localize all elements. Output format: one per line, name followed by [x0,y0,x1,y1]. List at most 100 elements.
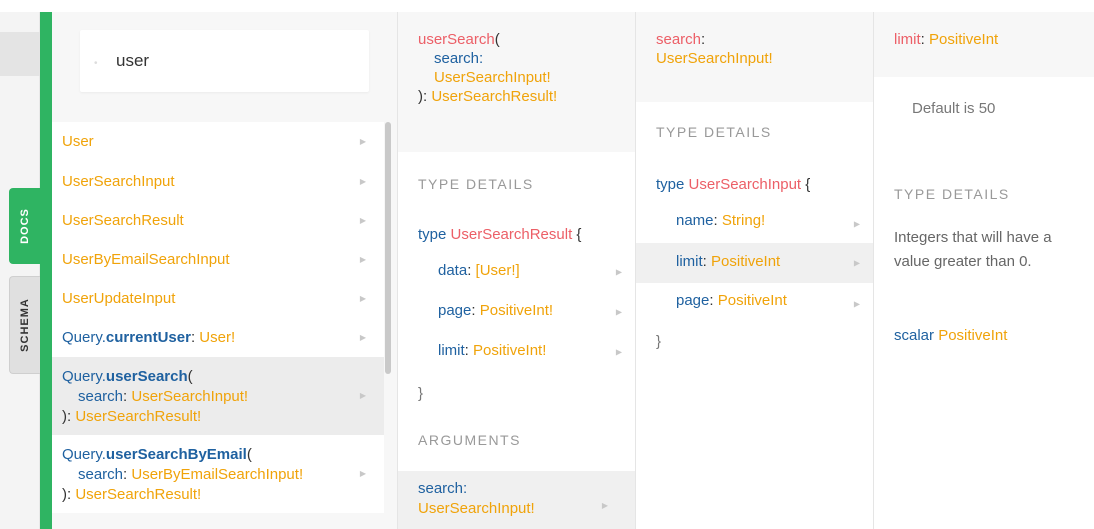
chevron-right-icon: ▶ [601,501,608,510]
field-title-type: UserSearchResult! [431,88,558,105]
chevron-right-icon: ▶ [359,391,366,400]
field-title-name: userSearch [418,31,495,48]
argument-title-name: search [656,31,702,48]
chevron-right-icon: ▶ [853,219,860,229]
result-field-name: userSearch [105,368,188,385]
chevron-right-icon: ▶ [853,299,860,309]
field-title-close-paren: ): [418,88,432,105]
results-scrollbar[interactable] [385,122,391,374]
result-field-type: User! [199,328,236,346]
arguments-heading: ARGUMENTS [418,432,521,448]
field-colon: : [467,262,476,279]
field-title-open-paren: ( [494,31,500,48]
field-title-arg-name: search: [434,50,484,67]
field-type: String! [721,212,766,229]
result-type-name: UserByEmailSearchInput [62,250,230,268]
field-colon: : [464,342,474,359]
field-colon: : [702,253,712,270]
type-name[interactable]: UserSearchResult [451,226,573,243]
field-name: page [438,302,472,319]
field-colon: : [471,302,480,319]
field-name: limit [438,342,465,359]
type-field-limit[interactable]: limit: PositiveInt! ▶ [418,342,635,362]
close-brace: } [656,333,662,350]
field-name: data [438,262,468,279]
input-field-limit[interactable]: limit: PositiveInt ▶ [636,243,873,283]
left-gutter [0,12,40,529]
result-item-query-usersearchbyemail[interactable]: Query.userSearchByEmail( search: UserByE… [52,435,384,513]
type-field-data[interactable]: data: [User!] ▶ [418,262,635,282]
result-field-type: UserSearchResult! [75,486,202,503]
field-type: PositiveInt [717,292,787,309]
result-open-paren: ( [246,446,252,463]
result-item-userbyemailsearchinput[interactable]: UserByEmailSearchInput ▶ [52,240,384,279]
field-detail-column-limit: limit: PositiveInt Default is 50 TYPE DE… [874,12,1094,529]
docs-panel-accent-bar [40,12,52,529]
field-type: [User!] [475,262,520,279]
chevron-right-icon: ▶ [615,307,622,317]
field-name: name [676,212,714,229]
input-field-page[interactable]: page: PositiveInt ▶ [656,292,873,316]
default-value-text: Default is 50 [912,100,996,117]
chevron-right-icon: ▶ [853,258,860,268]
search-box[interactable]: • [80,30,369,92]
field-colon: : [709,292,718,309]
result-item-usersearchinput[interactable]: UserSearchInput ▶ [52,162,384,201]
input-field-name[interactable]: name: String! ▶ [656,212,873,236]
search-icon: • [94,58,98,69]
argument-name: search: [418,480,468,497]
result-item-user[interactable]: User ▶ [52,122,384,162]
schema-tab[interactable]: SCHEMA [9,276,40,374]
argument-title-type: UserSearchInput! [656,50,773,67]
argument-header: search: UserSearchInput! [636,12,873,102]
result-type-name: User [62,133,94,150]
result-prefix: Query. [62,446,106,463]
field-name: page [676,292,710,309]
type-description: Integers that will have a value greater … [894,229,1052,270]
chevron-right-icon: ▶ [359,254,366,264]
field-type: PositiveInt! [473,342,547,359]
result-type-name: UserSearchResult [62,211,184,229]
open-brace: { [801,176,811,193]
argument-type: UserSearchInput! [418,500,535,517]
type-field-page[interactable]: page: PositiveInt! ▶ [418,302,635,322]
result-arg-type: UserSearchInput! [131,388,249,405]
result-field-name: currentUser [105,328,191,346]
field-header: userSearch( search: UserSearchInput! ): … [398,12,635,152]
field-title-name: limit [894,31,921,48]
open-brace: { [572,226,582,243]
chevron-right-icon: ▶ [359,293,366,303]
result-item-query-currentuser[interactable]: Query.currentUser: User! ▶ [52,318,384,357]
type-keyword: type [656,176,689,193]
result-prefix: Query. [62,328,106,346]
type-details-heading: TYPE DETAILS [894,186,1010,202]
gutter-shade [0,32,40,76]
field-title-colon: : [920,31,930,48]
search-input[interactable] [116,51,346,71]
result-field-name: userSearchByEmail [105,446,247,463]
result-item-query-usersearch[interactable]: Query.userSearch( search: UserSearchInpu… [52,357,384,435]
result-item-userupdateinput[interactable]: UserUpdateInput ▶ [52,279,384,318]
type-name[interactable]: UserSearchInput [689,176,802,193]
argument-title-colon: : [701,31,706,48]
scalar-definition-line: scalar PositiveInt [894,326,1007,346]
result-type-name: UserUpdateInput [62,289,176,307]
result-item-usersearchresult[interactable]: UserSearchResult ▶ [52,201,384,240]
field-name: limit [676,253,703,270]
type-definition-line: type UserSearchResult { [418,225,581,245]
result-prefix: Query. [62,368,106,385]
result-arg-name: search [78,466,124,483]
result-arg-type: UserByEmailSearchInput! [131,466,304,483]
scalar-name[interactable]: PositiveInt [938,327,1007,344]
docs-tab-label: DOCS [18,208,31,244]
field-title-arg-type: UserSearchInput! [434,69,551,86]
result-field-type: UserSearchResult! [75,408,202,425]
field-type: PositiveInt! [479,302,554,319]
docs-tab[interactable]: DOCS [9,188,40,264]
chevron-right-icon: ▶ [359,215,366,225]
result-open-paren: ( [187,368,193,385]
argument-search[interactable]: search: UserSearchInput! ▶ [398,471,635,529]
result-arg-name: search [78,388,124,405]
field-colon: : [713,212,722,229]
close-brace: } [418,385,424,402]
